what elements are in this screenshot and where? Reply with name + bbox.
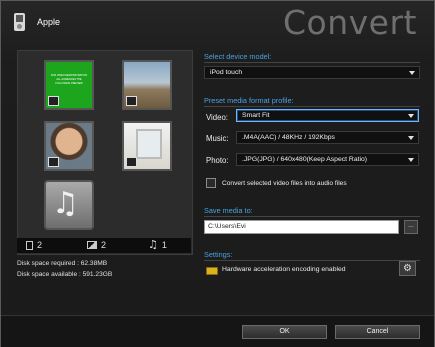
music-count-value: 1 — [161, 240, 167, 250]
photo-count: 2 — [87, 240, 106, 250]
music-profile-select[interactable]: .M4A(AAC) / 48KHz / 192Kbps — [236, 131, 419, 144]
save-media-label: Save media to: — [204, 206, 253, 215]
device-name: Apple — [37, 17, 61, 27]
thumbnail-caption: FOR VIDEO DEMONSTRATION ALL AUDIENCES TH… — [50, 74, 88, 85]
hardware-acceleration-label: Hardware acceleration encoding enabled — [222, 266, 346, 273]
ipod-icon — [14, 13, 25, 31]
hardware-acceleration-icon — [206, 267, 218, 275]
video-profile-select[interactable]: Smart Fit — [236, 109, 419, 122]
photo-label: Photo: — [206, 156, 229, 165]
chevron-down-icon — [409, 71, 415, 75]
video-thumbnail-1[interactable]: FOR VIDEO DEMONSTRATION ALL AUDIENCES TH… — [44, 60, 94, 110]
chevron-down-icon — [408, 158, 414, 162]
video-count-value: 2 — [37, 240, 43, 250]
video-label: Video: — [206, 113, 228, 122]
photo-icon — [87, 241, 97, 249]
cancel-button[interactable]: Cancel — [335, 325, 420, 339]
window-image — [136, 129, 162, 159]
divider — [204, 106, 420, 107]
video-count: 2 — [26, 240, 42, 250]
disk-space-required: Disk space required : 62.38MB — [17, 260, 108, 267]
device-model-select[interactable]: iPod touch — [204, 66, 420, 79]
divider — [204, 216, 420, 217]
media-panel: FOR VIDEO DEMONSTRATION ALL AUDIENCES TH… — [17, 50, 193, 255]
music-profile-value: .M4A(AAC) / 48KHz / 192Kbps — [242, 134, 335, 141]
photo-count-value: 2 — [101, 240, 107, 250]
device-model-label: Select device model: — [204, 52, 272, 61]
video-profile-value: Smart Fit — [242, 112, 270, 119]
disk-space-available: Disk space available : 591.23GB — [17, 271, 113, 278]
save-path-input[interactable]: C:\Users\Evi — [204, 220, 399, 234]
photo-icon — [48, 157, 59, 167]
photo-profile-select[interactable]: .JPG(JPG) / 640x480(Keep Aspect Ratio) — [236, 153, 419, 166]
chevron-down-icon — [408, 136, 414, 140]
convert-to-audio-checkbox[interactable] — [206, 178, 216, 188]
film-icon — [48, 96, 59, 106]
photo-profile-value: .JPG(JPG) / 640x480(Keep Aspect Ratio) — [242, 156, 368, 163]
music-thumbnail-1[interactable]: ♫ — [44, 180, 94, 230]
ok-button[interactable]: OK — [242, 325, 327, 339]
film-icon — [26, 240, 33, 250]
music-note-icon: ♫ — [148, 238, 158, 251]
photo-thumbnail-2[interactable] — [122, 121, 172, 171]
convert-to-audio-label: Convert selected video files into audio … — [222, 180, 347, 187]
divider — [204, 62, 420, 63]
convert-window: Apple Convert FOR VIDEO DEMONSTRATION AL… — [0, 0, 435, 347]
music-label: Music: — [206, 134, 229, 143]
gear-icon: ⚙ — [403, 263, 412, 274]
settings-button[interactable]: ⚙ — [399, 261, 416, 276]
film-icon — [126, 96, 137, 106]
media-counts-bar: 2 2 ♫ 1 — [17, 238, 191, 253]
divider — [204, 260, 420, 261]
music-count: ♫ 1 — [148, 238, 167, 251]
device-model-value: iPod touch — [210, 69, 243, 76]
music-note-icon: ♫ — [52, 186, 79, 221]
browse-button[interactable]: ... — [404, 220, 418, 234]
video-thumbnail-2[interactable] — [122, 60, 172, 110]
settings-label: Settings: — [204, 250, 233, 259]
page-title: Convert — [283, 3, 417, 42]
photo-icon — [126, 157, 137, 167]
photo-thumbnail-1[interactable] — [44, 121, 94, 171]
chevron-down-icon — [408, 114, 414, 118]
format-profile-label: Preset media format profile: — [204, 96, 294, 105]
